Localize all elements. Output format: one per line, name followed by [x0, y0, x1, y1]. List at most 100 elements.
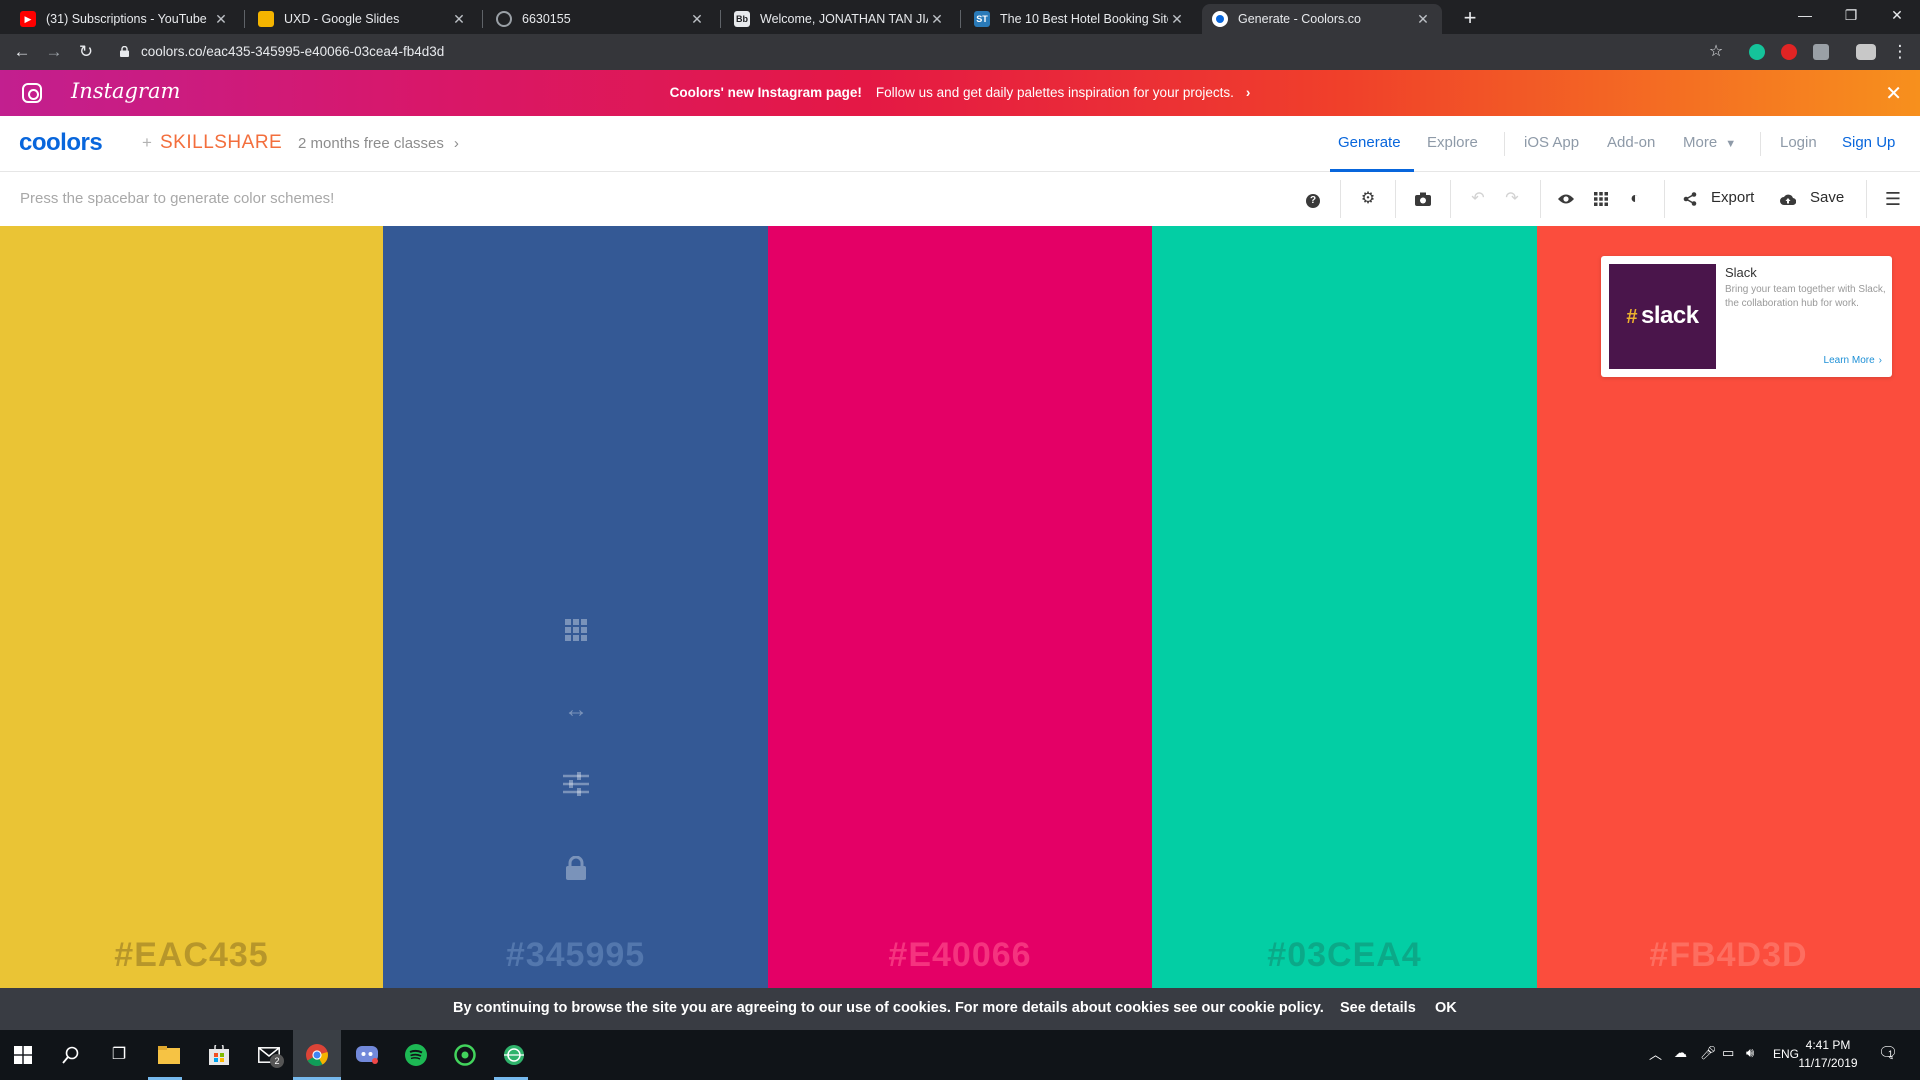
redo-icon[interactable]: ↷: [1500, 187, 1524, 211]
cookie-text: By continuing to browse the site you are…: [453, 1000, 1324, 1016]
hex-code-label[interactable]: #E40066: [768, 936, 1152, 975]
nav-ios-app[interactable]: iOS App: [1524, 134, 1579, 151]
onedrive-cloud-icon[interactable]: ☁: [1674, 1045, 1687, 1061]
nav-generate[interactable]: Generate: [1338, 134, 1401, 151]
color-swatch-2[interactable]: ↔ #345995: [383, 226, 768, 988]
browser-tab-coolors[interactable]: Generate - Coolors.co ✕: [1202, 4, 1442, 34]
hex-code-label[interactable]: #FB4D3D: [1537, 936, 1920, 975]
reload-icon[interactable]: ↻: [72, 38, 100, 66]
microphone-icon[interactable]: 🎤︎: [1700, 1045, 1717, 1061]
network-icon[interactable]: ▭: [1722, 1045, 1734, 1061]
tab-title: Welcome, JONATHAN TAN JIANG: [760, 12, 928, 26]
close-window-icon[interactable]: ✕: [1874, 0, 1920, 32]
browser-tab-6630155[interactable]: 6630155 ✕: [486, 4, 716, 34]
close-tab-icon[interactable]: ✕: [212, 11, 230, 28]
new-tab-button[interactable]: +: [1456, 4, 1484, 32]
color-swatch-1[interactable]: #EAC435: [0, 226, 383, 988]
color-swatch-3[interactable]: #E40066: [768, 226, 1152, 988]
adjust-contrast-icon[interactable]: ◐: [1623, 187, 1647, 211]
browser-tab-welcome[interactable]: Bb Welcome, JONATHAN TAN JIANG ✕: [724, 4, 956, 34]
grid-icon[interactable]: [1589, 187, 1613, 211]
extension-shield-icon[interactable]: [1813, 44, 1829, 60]
nav-more[interactable]: More ▼: [1683, 134, 1736, 151]
green-app-icon[interactable]: [450, 1040, 480, 1070]
tray-chevron-up-icon[interactable]: ︿: [1649, 1044, 1662, 1063]
export-button[interactable]: Export: [1711, 189, 1754, 206]
browser-tab-strip: ▶ (31) Subscriptions - YouTube ✕ UXD - G…: [0, 0, 1920, 34]
extension-red-icon[interactable]: [1781, 44, 1797, 60]
tool-divider: [1340, 180, 1341, 218]
color-swatch-4[interactable]: #03CEA4: [1152, 226, 1537, 988]
bb-icon: Bb: [734, 11, 750, 27]
learn-more-label: Learn More: [1823, 355, 1875, 366]
volume-icon[interactable]: 🔊︎: [1746, 1045, 1754, 1061]
tool-divider: [1395, 180, 1396, 218]
file-explorer-icon[interactable]: [154, 1040, 184, 1070]
browser-tab-google-slides[interactable]: UXD - Google Slides ✕: [248, 4, 478, 34]
task-view-icon[interactable]: ❐: [104, 1040, 134, 1070]
globe-app-icon[interactable]: [499, 1040, 529, 1070]
system-clock[interactable]: 4:41 PM 11/17/2019: [1797, 1036, 1859, 1072]
close-tab-icon[interactable]: ✕: [450, 11, 468, 28]
bookmark-star-icon[interactable]: ☆: [1702, 38, 1730, 66]
restore-icon[interactable]: ❐: [1828, 0, 1874, 32]
promo-text: Follow us and get daily palettes inspira…: [875, 85, 1234, 100]
profile-avatar[interactable]: [1856, 44, 1876, 60]
mail-icon[interactable]: 2: [254, 1040, 284, 1070]
spotify-icon[interactable]: [401, 1040, 431, 1070]
eye-icon[interactable]: [1554, 187, 1578, 211]
hex-code-label[interactable]: #03CEA4: [1152, 936, 1537, 975]
coolors-logo[interactable]: coolors: [19, 129, 103, 157]
close-tab-icon[interactable]: ✕: [688, 11, 706, 28]
close-tab-icon[interactable]: ✕: [1168, 11, 1186, 28]
skillshare-logo[interactable]: SKILLSHARE: [160, 132, 282, 154]
settings-gear-icon[interactable]: ⚙: [1356, 187, 1380, 211]
undo-icon[interactable]: ↶: [1466, 187, 1490, 211]
camera-icon[interactable]: [1411, 187, 1435, 211]
slack-ad[interactable]: # slack Slack Bring your team together wi…: [1601, 256, 1892, 377]
browser-menu-icon[interactable]: ⋮: [1886, 38, 1914, 66]
back-icon[interactable]: ←: [8, 38, 36, 66]
save-button[interactable]: Save: [1810, 189, 1844, 206]
chrome-icon[interactable]: [302, 1040, 332, 1070]
learn-more-link[interactable]: Learn More ›: [1824, 355, 1882, 366]
ad-body: Bring your team together with Slack, the…: [1725, 284, 1886, 309]
help-icon[interactable]: ?: [1301, 187, 1325, 211]
language-indicator[interactable]: ENG: [1773, 1047, 1799, 1061]
instagram-promo-bar[interactable]: Instagram Coolors' new Instagram page! Fo…: [0, 70, 1920, 116]
browser-tab-hotel-booking[interactable]: ST The 10 Best Hotel Booking Sites ✕: [964, 4, 1196, 34]
spacebar-hint: Press the spacebar to generate color sch…: [20, 190, 335, 207]
close-promo-icon[interactable]: ✕: [1885, 81, 1902, 106]
close-tab-icon[interactable]: ✕: [928, 11, 946, 28]
forward-icon[interactable]: →: [40, 38, 68, 66]
shades-grid-icon[interactable]: [561, 619, 591, 649]
drag-arrows-icon[interactable]: ↔: [561, 695, 591, 725]
hamburger-menu-icon[interactable]: ☰: [1881, 187, 1905, 211]
hex-code-label[interactable]: #345995: [383, 936, 768, 975]
discord-icon[interactable]: [352, 1040, 382, 1070]
minimize-icon[interactable]: —: [1782, 0, 1828, 32]
share-icon[interactable]: [1678, 187, 1702, 211]
see-details-link[interactable]: See details: [1340, 1000, 1416, 1016]
search-icon[interactable]: [56, 1040, 86, 1070]
lock-color-icon[interactable]: [561, 855, 591, 886]
cookie-ok-button[interactable]: OK: [1435, 1000, 1457, 1016]
nav-login[interactable]: Login: [1780, 134, 1817, 151]
nav-add-on[interactable]: Add-on: [1607, 134, 1655, 151]
chevron-down-icon: ▼: [1725, 138, 1737, 150]
grammarly-icon[interactable]: [1749, 44, 1765, 60]
browser-tab-youtube[interactable]: ▶ (31) Subscriptions - YouTube ✕: [10, 4, 240, 34]
microsoft-store-icon[interactable]: [204, 1040, 234, 1070]
windows-start-icon[interactable]: [8, 1040, 38, 1070]
address-bar[interactable]: coolors.co/eac435-345995-e40066-03cea4-f…: [110, 38, 1710, 66]
hex-code-label[interactable]: #EAC435: [0, 936, 383, 975]
nav-explore[interactable]: Explore: [1427, 134, 1478, 151]
action-center-icon[interactable]: 🗨︎ 1: [1878, 1043, 1898, 1063]
skillshare-offer-link[interactable]: 2 months free classes ›: [298, 135, 459, 152]
nav-sign-up[interactable]: Sign Up: [1842, 134, 1895, 151]
close-tab-icon[interactable]: ✕: [1414, 11, 1432, 28]
slack-hash-icon: #: [1626, 306, 1638, 328]
cloud-upload-icon[interactable]: [1776, 187, 1800, 211]
promo-headline: Coolors' new Instagram page!: [669, 85, 862, 100]
adjust-sliders-icon[interactable]: [561, 772, 591, 802]
